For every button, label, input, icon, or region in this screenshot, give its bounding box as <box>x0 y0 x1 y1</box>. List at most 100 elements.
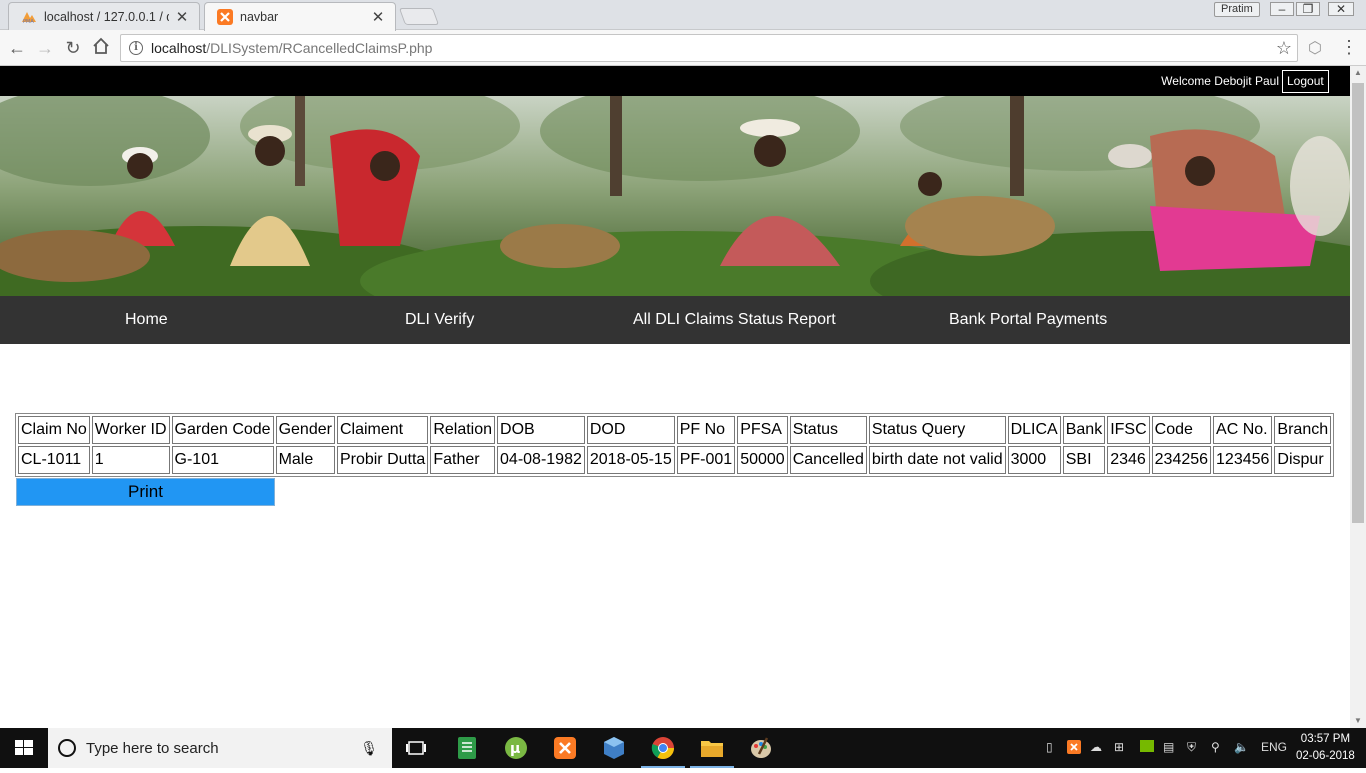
utorrent-app-icon[interactable]: µ <box>502 734 530 762</box>
clock-time: 03:57 PM <box>1300 733 1351 745</box>
column-header: Gender <box>275 416 335 444</box>
maximize-button[interactable]: ❐ <box>1296 2 1320 16</box>
browser-tab-strip: PMA localhost / 127.0.0.1 / dlis ✕ navba… <box>0 0 1366 31</box>
extension-icon[interactable]: ⬡ <box>1306 38 1324 58</box>
bookmark-star-icon[interactable]: ☆ <box>1276 38 1292 59</box>
clock-date: 02-06-2018 <box>1296 750 1355 762</box>
task-view-icon[interactable] <box>402 734 430 762</box>
nav-dli-verify[interactable]: DLI Verify <box>405 311 474 329</box>
nav-bank-portal-payments[interactable]: Bank Portal Payments <box>949 311 1107 329</box>
table-cell: 2018-05-15 <box>586 446 675 474</box>
table-cell: G-101 <box>171 446 274 474</box>
svg-text:PMA: PMA <box>23 19 34 24</box>
notepad-app-icon[interactable] <box>453 734 481 762</box>
nvidia-tray-icon[interactable] <box>1140 740 1154 755</box>
close-tab-icon[interactable]: ✕ <box>371 8 385 26</box>
file-explorer-app-icon[interactable] <box>690 734 734 768</box>
page-scrollbar[interactable]: ▲ ▼ <box>1350 66 1366 728</box>
keyboard-tray-icon[interactable]: ▤ <box>1163 740 1174 754</box>
menu-kebab-icon[interactable]: ⋮ <box>1340 38 1358 58</box>
cloud-tray-icon[interactable]: ☁ <box>1090 740 1102 754</box>
forward-arrow-icon[interactable]: → <box>34 37 56 59</box>
browser-tab-phpmyadmin[interactable]: PMA localhost / 127.0.0.1 / dlis ✕ <box>8 2 200 30</box>
table-cell: 2346 <box>1107 446 1150 474</box>
back-arrow-icon[interactable]: ← <box>6 37 28 59</box>
hero-banner-image <box>0 96 1350 296</box>
logout-button[interactable]: Logout <box>1282 70 1329 93</box>
close-tab-icon[interactable]: ✕ <box>175 8 189 26</box>
close-window-button[interactable]: ✕ <box>1328 2 1354 16</box>
column-header: Status <box>789 416 867 444</box>
scroll-down-arrow-icon[interactable]: ▼ <box>1350 714 1366 728</box>
virtualbox-app-icon[interactable] <box>600 734 628 762</box>
scroll-thumb[interactable] <box>1352 83 1364 523</box>
network-sync-tray-icon[interactable]: ⊞ <box>1114 740 1124 754</box>
nav-home[interactable]: Home <box>125 311 168 329</box>
paint-app-icon[interactable] <box>747 734 775 762</box>
network-tray-icon[interactable]: ⚲ <box>1211 740 1220 754</box>
xampp-tray-icon[interactable] <box>1067 740 1081 757</box>
table-cell: Dispur <box>1274 446 1332 474</box>
new-tab-button[interactable] <box>398 8 440 25</box>
column-header: IFSC <box>1107 416 1150 444</box>
user-bar: Welcome Debojit Paul Logout <box>0 66 1350 96</box>
table-cell: CL-1011 <box>18 446 90 474</box>
table-cell: 04-08-1982 <box>497 446 585 474</box>
address-bar[interactable]: i localhost/DLISystem/RCancelledClaimsP.… <box>120 34 1298 62</box>
nav-all-dli-claims-status-report[interactable]: All DLI Claims Status Report <box>633 311 836 329</box>
column-header: PF No <box>676 416 736 444</box>
windows-start-button[interactable] <box>0 728 48 768</box>
print-button[interactable]: Print <box>16 478 275 506</box>
reload-icon[interactable]: ↻ <box>62 37 84 59</box>
minimize-button[interactable]: – <box>1270 2 1294 16</box>
column-header: DOD <box>586 416 675 444</box>
column-header: DOB <box>497 416 585 444</box>
security-tray-icon[interactable]: ⛨ <box>1187 740 1196 755</box>
table-cell: birth date not valid <box>868 446 1006 474</box>
table-cell: PF-001 <box>676 446 736 474</box>
column-header: DLICA <box>1007 416 1061 444</box>
column-header: Status Query <box>868 416 1006 444</box>
taskbar-search-box[interactable]: Type here to search 🎙 <box>48 728 392 768</box>
browser-tab-navbar[interactable]: navbar ✕ <box>204 2 396 31</box>
welcome-text: Welcome Debojit Paul <box>1161 74 1279 88</box>
home-icon[interactable] <box>90 37 112 59</box>
table-cell: 3000 <box>1007 446 1061 474</box>
xampp-app-icon[interactable] <box>551 734 579 762</box>
phpmyadmin-icon: PMA <box>21 9 37 25</box>
column-header: AC No. <box>1213 416 1273 444</box>
table-cell: Male <box>275 446 335 474</box>
windows-taskbar: Type here to search 🎙 µ ▯ ☁ ⊞ ▤ ⛨ ⚲ 🔈 EN… <box>0 728 1366 768</box>
column-header: Claiment <box>336 416 429 444</box>
taskbar-clock[interactable]: 03:57 PM 02-06-2018 <box>1296 731 1355 765</box>
table-cell: SBI <box>1062 446 1106 474</box>
table-cell: Probir Dutta <box>336 446 429 474</box>
tab-title: localhost / 127.0.0.1 / dlis <box>44 9 169 24</box>
column-header: Garden Code <box>171 416 274 444</box>
column-header: Worker ID <box>91 416 170 444</box>
volume-tray-icon[interactable]: 🔈 <box>1234 740 1249 754</box>
usb-tray-icon[interactable]: ▯ <box>1046 740 1053 754</box>
xampp-icon <box>217 9 233 25</box>
address-path: /DLISystem/RCancelledClaimsP.php <box>206 40 433 56</box>
tab-title: navbar <box>240 10 279 24</box>
table-row: CL-1011 1 G-101 Male Probir Dutta Father 04-08… <box>18 446 1332 474</box>
windows-logo-icon <box>15 740 33 755</box>
svg-text:µ: µ <box>510 741 520 757</box>
column-header: Bank <box>1062 416 1106 444</box>
column-header: PFSA <box>737 416 788 444</box>
info-icon[interactable]: i <box>129 41 143 55</box>
column-header: Claim No <box>18 416 90 444</box>
table-cell: 50000 <box>737 446 788 474</box>
profile-name-button[interactable]: Pratim <box>1214 2 1260 17</box>
scroll-up-arrow-icon[interactable]: ▲ <box>1350 66 1366 80</box>
table-cell: 1 <box>91 446 170 474</box>
column-header: Code <box>1151 416 1212 444</box>
microphone-icon[interactable]: 🎙 <box>360 740 378 757</box>
language-indicator[interactable]: ENG <box>1261 740 1287 754</box>
column-header: Relation <box>430 416 496 444</box>
chrome-app-icon[interactable] <box>641 734 685 768</box>
address-host: localhost <box>151 40 207 56</box>
table-header-row: Claim No Worker ID Garden Code Gender Claime… <box>18 416 1332 444</box>
main-navbar: Home DLI Verify All DLI Claims Status Re… <box>0 296 1350 344</box>
